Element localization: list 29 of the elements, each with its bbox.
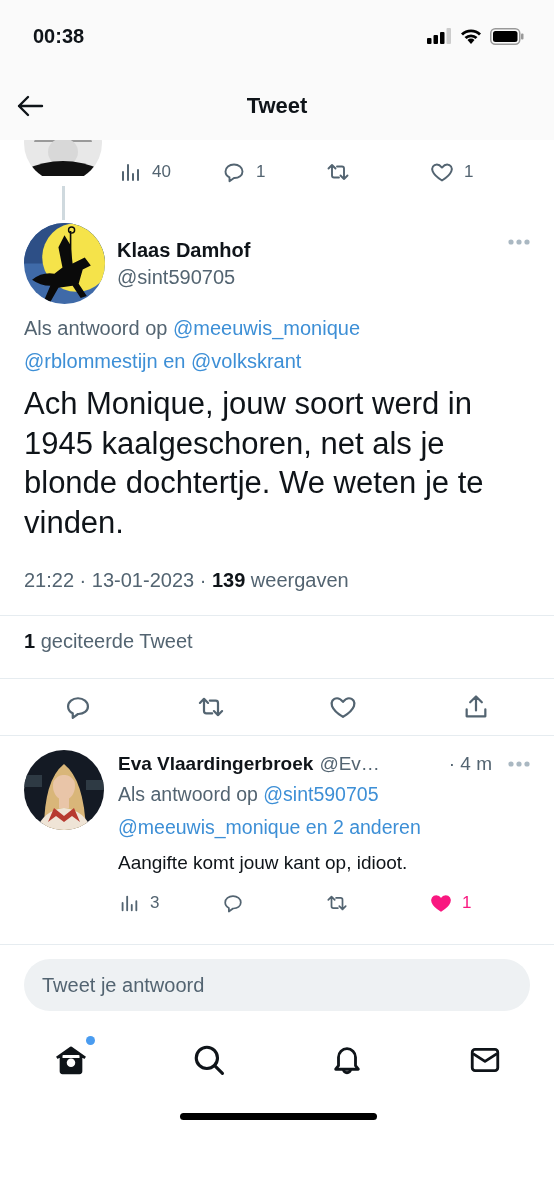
author-handle: @Ev… [319, 753, 380, 775]
count-label: 1 [462, 893, 472, 913]
heart-icon[interactable] [430, 892, 452, 914]
mention-link[interactable]: @rblommestijn en @volkskrant [24, 350, 302, 372]
page-title: Tweet [246, 93, 308, 119]
tweet-text: Aangifte komt jouw kant op, idioot. [118, 852, 409, 874]
quote-count[interactable]: 1 geciteerde Tweet [24, 616, 530, 658]
reply-icon[interactable] [222, 892, 244, 914]
author-handle: @sint590705 [117, 265, 237, 289]
tweet-text: Ach Monique, jouw soort werd in 1945 kaalgeschoren, net als je blonde dochtertje. We weten je te vinden. [24, 385, 485, 542]
reply-label: Als antwoord op [24, 317, 168, 339]
count-label: 1 [256, 162, 266, 182]
wifi-icon [460, 28, 482, 44]
author-name: Klaas Damhof [117, 238, 252, 262]
tweet-meta: 21:22 · 13-01-2023 · 139 weergaven [24, 569, 350, 593]
tweet-time: · 4 m [448, 753, 492, 775]
reply-label: Als antwoord op [118, 783, 258, 805]
count-label: 1 [464, 162, 474, 182]
back-button[interactable] [16, 94, 44, 118]
reply-field[interactable]: Tweet je antwoord [24, 959, 530, 1011]
mention-link[interactable]: @sint590705 [263, 783, 379, 805]
count-label: 40 [152, 162, 171, 182]
clock: 00:38 [33, 24, 85, 48]
signal-icon [427, 28, 452, 44]
mention-link[interactable]: @meeuwis_monique en 2 anderen [118, 816, 421, 838]
battery-icon [490, 27, 524, 45]
count-label: 3 [150, 893, 160, 913]
author-name: Eva Vlaardingerbroek [118, 753, 314, 775]
mention-link[interactable]: @meeuwis_monique [173, 317, 361, 339]
